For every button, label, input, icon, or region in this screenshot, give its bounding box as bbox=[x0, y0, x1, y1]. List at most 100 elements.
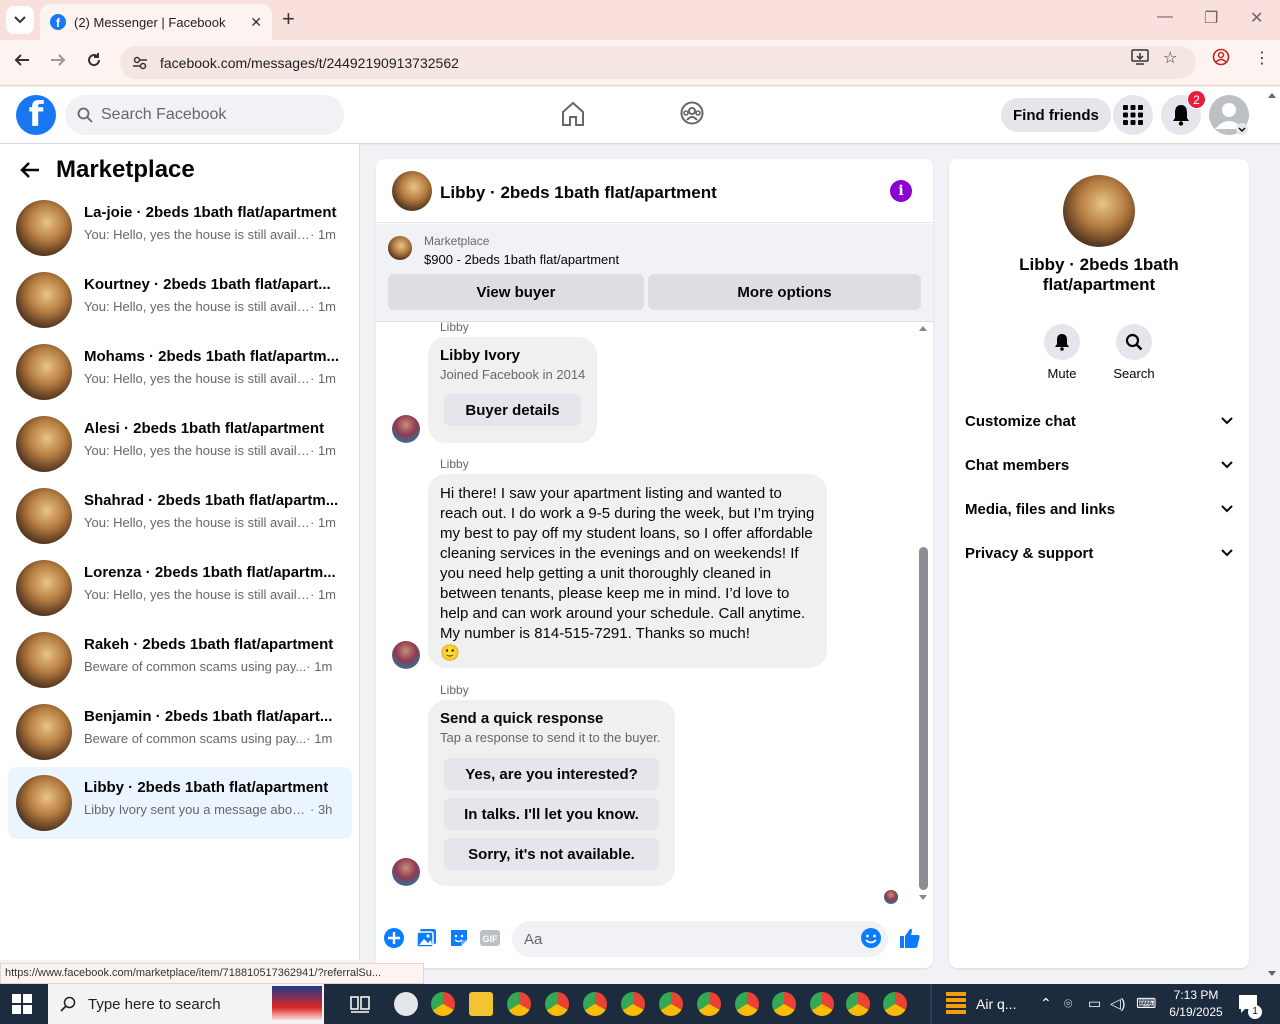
plus-circle-icon[interactable] bbox=[383, 927, 405, 949]
weather-widget-text[interactable]: Air q... bbox=[976, 996, 1016, 1012]
conversation-item[interactable]: Lorenza · 2beds 1bath flat/apartm... You… bbox=[8, 552, 352, 624]
address-bar[interactable]: facebook.com/messages/t/2449219091373256… bbox=[120, 46, 1196, 79]
chrome-taskbar-icon[interactable] bbox=[883, 992, 907, 1016]
chrome-taskbar-icon[interactable] bbox=[583, 992, 607, 1016]
find-friends-button[interactable]: Find friends bbox=[1001, 98, 1111, 132]
home-icon[interactable] bbox=[561, 101, 585, 130]
quick-response-unavailable-button[interactable]: Sorry, it's not available. bbox=[444, 838, 659, 870]
chrome-taskbar-icon[interactable] bbox=[846, 992, 870, 1016]
conversation-item[interactable]: Alesi · 2beds 1bath flat/apartment You: … bbox=[8, 408, 352, 480]
smile-emoji-icon: 🙂 bbox=[440, 645, 460, 662]
marketplace-listing-banner: Marketplace $900 - 2beds 1bath flat/apar… bbox=[376, 224, 933, 322]
quick-response-talks-button[interactable]: In talks. I'll let you know. bbox=[444, 798, 659, 830]
install-app-icon[interactable] bbox=[1131, 48, 1149, 71]
clock-time[interactable]: 7:13 PM bbox=[1164, 988, 1228, 1002]
conversation-snippet: You: Hello, yes the house is still avail… bbox=[84, 371, 310, 386]
windows-start-icon[interactable] bbox=[12, 994, 32, 1014]
chat-scroll-thumb[interactable] bbox=[919, 547, 928, 890]
chrome-taskbar-icon[interactable] bbox=[735, 992, 759, 1016]
close-tab-icon[interactable]: ✕ bbox=[250, 14, 262, 31]
minimize-icon[interactable]: — bbox=[1157, 8, 1173, 26]
restore-icon[interactable]: ❐ bbox=[1204, 8, 1218, 28]
close-window-icon[interactable]: ✕ bbox=[1250, 8, 1263, 28]
conversation-snippet: Beware of common scams using pay... bbox=[84, 731, 307, 746]
chrome-taskbar-icon[interactable] bbox=[697, 992, 721, 1016]
network-icon[interactable]: ▭ bbox=[1088, 995, 1101, 1012]
browser-menu-icon[interactable]: ⋮ bbox=[1254, 48, 1270, 68]
chrome-taskbar-icon[interactable] bbox=[431, 992, 455, 1016]
conversation-item[interactable]: Rakeh · 2beds 1bath flat/apartment Bewar… bbox=[8, 624, 352, 696]
thumbs-up-icon[interactable] bbox=[899, 927, 921, 949]
windows-taskbar: Type here to search Air q... ⌃ ⌾ ▭ ◁) ⌨ … bbox=[0, 984, 1280, 1024]
emoji-icon[interactable] bbox=[860, 927, 882, 949]
tab-search-dropdown[interactable] bbox=[6, 6, 34, 34]
conversation-time: · 1m bbox=[310, 515, 336, 530]
view-buyer-button[interactable]: View buyer bbox=[388, 274, 644, 310]
chevron-down-icon bbox=[1221, 461, 1233, 469]
volume-icon[interactable]: ◁) bbox=[1110, 995, 1125, 1012]
taskbar-divider bbox=[930, 984, 932, 1024]
keyboard-icon[interactable]: ⌨ bbox=[1136, 995, 1156, 1012]
chrome-taskbar-icon[interactable] bbox=[621, 992, 645, 1016]
reload-icon[interactable] bbox=[86, 52, 102, 73]
details-avatar[interactable] bbox=[1063, 175, 1135, 247]
account-chevron-icon[interactable] bbox=[1236, 123, 1248, 135]
scroll-down-icon[interactable] bbox=[918, 894, 928, 902]
groups-icon[interactable] bbox=[680, 101, 704, 128]
media-files-links-section[interactable]: Media, files and links bbox=[965, 487, 1233, 531]
conversation-item[interactable]: Mohams · 2beds 1bath flat/apartm... You:… bbox=[8, 336, 352, 408]
file-explorer-icon[interactable] bbox=[469, 992, 493, 1016]
conversation-item[interactable]: Shahrad · 2beds 1bath flat/apartm... You… bbox=[8, 480, 352, 552]
buyer-avatar[interactable] bbox=[392, 415, 420, 443]
buyer-avatar[interactable] bbox=[392, 858, 420, 886]
taskbar-app-icon[interactable] bbox=[394, 992, 418, 1016]
back-icon[interactable] bbox=[14, 52, 30, 73]
clock-date[interactable]: 6/19/2025 bbox=[1164, 1005, 1228, 1019]
chrome-taskbar-icon[interactable] bbox=[507, 992, 531, 1016]
browser-tab[interactable]: f (2) Messenger | Facebook ✕ bbox=[40, 4, 272, 40]
tray-chevron-icon[interactable]: ⌃ bbox=[1040, 995, 1052, 1012]
page-scroll-up-icon[interactable] bbox=[1267, 91, 1277, 99]
new-tab-button[interactable]: + bbox=[282, 8, 295, 30]
photo-icon[interactable] bbox=[416, 927, 438, 949]
conversation-item[interactable]: Benjamin · 2beds 1bath flat/apart... Bew… bbox=[8, 696, 352, 768]
meet-icon[interactable]: ⌾ bbox=[1064, 995, 1072, 1012]
conversation-item-active[interactable]: Libby · 2beds 1bath flat/apartment Libby… bbox=[8, 767, 352, 839]
chrome-taskbar-icon[interactable] bbox=[659, 992, 683, 1016]
taskbar-search-input[interactable]: Type here to search bbox=[48, 984, 324, 1024]
customize-chat-section[interactable]: Customize chat bbox=[965, 399, 1233, 443]
sticker-icon[interactable] bbox=[448, 927, 470, 949]
buyer-avatar[interactable] bbox=[392, 641, 420, 669]
facebook-logo-icon[interactable]: f bbox=[16, 95, 56, 135]
chrome-taskbar-icon[interactable] bbox=[810, 992, 834, 1016]
more-options-button[interactable]: More options bbox=[648, 274, 921, 310]
mute-button[interactable]: Mute bbox=[1027, 324, 1097, 381]
chrome-taskbar-icon[interactable] bbox=[772, 992, 796, 1016]
conversation-item[interactable]: Kourtney · 2beds 1bath flat/apart... You… bbox=[8, 264, 352, 336]
privacy-support-section[interactable]: Privacy & support bbox=[965, 531, 1233, 575]
task-view-icon[interactable] bbox=[350, 994, 370, 1014]
air-quality-icon[interactable] bbox=[946, 992, 966, 1016]
action-center-badge: 1 bbox=[1248, 1005, 1262, 1019]
search-in-chat-button[interactable]: Search bbox=[1099, 324, 1169, 381]
scroll-up-icon[interactable] bbox=[918, 324, 928, 332]
bookmark-star-icon[interactable]: ☆ bbox=[1163, 48, 1177, 68]
info-icon[interactable]: i bbox=[890, 180, 912, 202]
back-arrow-icon[interactable] bbox=[20, 161, 40, 179]
facebook-search-input[interactable]: Search Facebook bbox=[65, 95, 344, 135]
listing-price-title[interactable]: $900 - 2beds 1bath flat/apartment bbox=[424, 252, 619, 267]
conversation-item[interactable]: La-joie · 2beds 1bath flat/apartment You… bbox=[8, 192, 352, 264]
chat-members-section[interactable]: Chat members bbox=[965, 443, 1233, 487]
forward-icon[interactable] bbox=[50, 52, 66, 73]
quick-response-yes-button[interactable]: Yes, are you interested? bbox=[444, 758, 659, 790]
chat-avatar[interactable] bbox=[392, 171, 432, 211]
page-scroll-down-icon[interactable] bbox=[1267, 970, 1277, 978]
chat-title[interactable]: Libby · 2beds 1bath flat/apartment bbox=[440, 183, 717, 203]
menu-grid-icon[interactable] bbox=[1113, 95, 1153, 135]
site-info-icon[interactable] bbox=[132, 55, 148, 71]
chrome-taskbar-icon[interactable] bbox=[545, 992, 569, 1016]
gif-icon[interactable]: GIF bbox=[479, 927, 501, 949]
buyer-details-button[interactable]: Buyer details bbox=[444, 394, 581, 426]
profile-icon[interactable] bbox=[1212, 48, 1230, 71]
message-input[interactable]: Aa bbox=[512, 921, 888, 957]
